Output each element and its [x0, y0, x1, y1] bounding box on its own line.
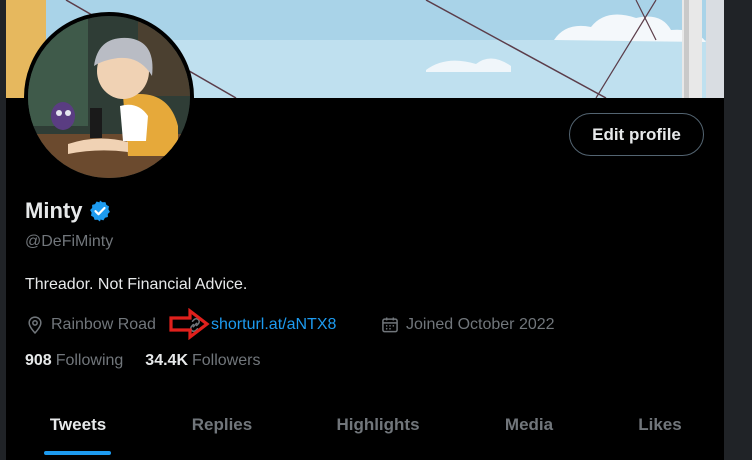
- profile-tabs: Tweets Replies Highlights Media Likes: [6, 395, 724, 455]
- following-link[interactable]: 908 Following: [25, 352, 123, 370]
- location-item: Rainbow Road: [25, 313, 156, 337]
- red-arrow-annotation: [169, 308, 210, 340]
- profile-bio: Threador. Not Financial Advice.: [25, 276, 248, 293]
- following-label: Following: [55, 352, 124, 369]
- location-text: Rainbow Road: [51, 316, 156, 333]
- profile-handle: @DeFiMinty: [25, 233, 114, 250]
- verified-badge-icon[interactable]: [88, 199, 112, 223]
- joined-item: Joined October 2022: [380, 313, 555, 337]
- right-gutter: [724, 0, 752, 460]
- followers-label: Followers: [192, 352, 261, 369]
- follow-stats: 908 Following 34.4K Followers: [25, 352, 282, 370]
- tab-highlights[interactable]: Highlights: [294, 395, 462, 455]
- calendar-icon: [382, 317, 398, 333]
- tab-media[interactable]: Media: [462, 395, 596, 455]
- following-count: 908: [25, 352, 52, 369]
- joined-text: Joined October 2022: [406, 316, 555, 333]
- tab-tweets[interactable]: Tweets: [6, 395, 150, 455]
- profile-meta: Rainbow Road shorturl.at/aNTX8 Joined Oc…: [25, 313, 715, 337]
- profile-link[interactable]: shorturl.at/aNTX8: [211, 316, 336, 334]
- display-name: Minty: [25, 198, 83, 223]
- name-row: Minty: [25, 198, 112, 224]
- edit-profile-button[interactable]: Edit profile: [569, 113, 704, 156]
- followers-count: 34.4K: [145, 352, 188, 369]
- location-pin-icon: [28, 316, 42, 334]
- tab-replies[interactable]: Replies: [150, 395, 294, 455]
- followers-link[interactable]: 34.4K Followers: [145, 352, 260, 370]
- active-tab-indicator: [44, 451, 111, 455]
- tab-likes[interactable]: Likes: [596, 395, 724, 455]
- profile-avatar[interactable]: [24, 12, 194, 182]
